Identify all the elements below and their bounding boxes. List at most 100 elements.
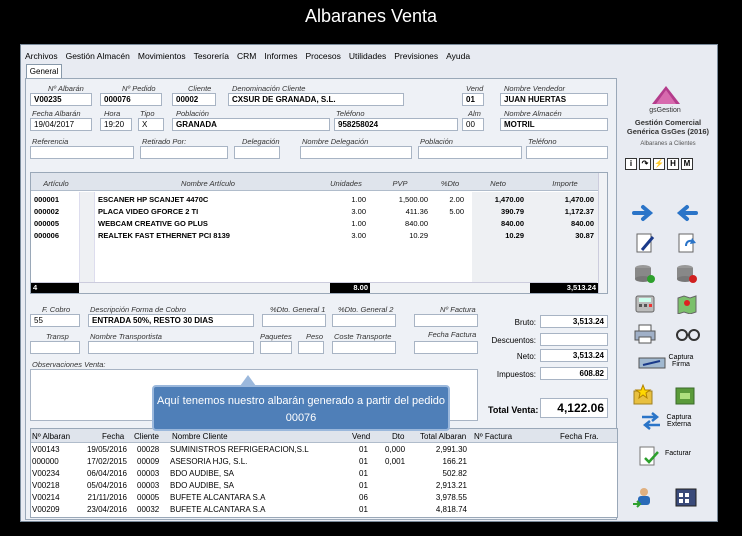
label-alm: Alm bbox=[468, 109, 481, 118]
signature-pad-icon[interactable] bbox=[638, 356, 666, 370]
menu-movimientos[interactable]: Movimientos bbox=[134, 49, 190, 63]
user-transfer-icon[interactable] bbox=[632, 486, 656, 508]
label-bruto: Bruto: bbox=[514, 318, 536, 327]
field-num-factura[interactable] bbox=[414, 314, 478, 327]
field-nombre-vendedor[interactable]: JUAN HUERTAS bbox=[500, 93, 608, 106]
folder-star-icon[interactable] bbox=[632, 384, 654, 406]
table-row[interactable]: 000006 REALTEK FAST ETHERNET PCI 8139 3.… bbox=[31, 231, 597, 243]
field-tipo[interactable]: X bbox=[138, 118, 164, 131]
label-desc-forma-cobro: Descripción Forma de Cobro bbox=[90, 305, 186, 314]
table-row[interactable]: 000001 ESCANER HP SCANJET 4470C 1.00 1,5… bbox=[31, 195, 597, 207]
menu-tesoreria[interactable]: Tesorería bbox=[190, 49, 233, 63]
field-retirado[interactable] bbox=[140, 146, 228, 159]
list-cell-vend: 01 bbox=[359, 481, 368, 490]
field-peso[interactable] bbox=[298, 341, 324, 354]
list-item[interactable]: V00209 23/04/2016 00032 BUFETE ALCANTARA… bbox=[31, 505, 617, 517]
edit-document-icon[interactable] bbox=[634, 232, 656, 254]
lines-hscroll[interactable] bbox=[31, 282, 597, 293]
list-cell-vend: 01 bbox=[359, 469, 368, 478]
cell-dto: 2.00 bbox=[449, 195, 464, 204]
field-coste-transporte[interactable] bbox=[332, 341, 396, 354]
list-col-cliente: Cliente bbox=[134, 432, 159, 441]
field-transp[interactable] bbox=[30, 341, 80, 354]
printer-icon[interactable] bbox=[634, 324, 656, 344]
list-cell-fecha: 19/05/2016 bbox=[86, 445, 127, 454]
field-dto-general2[interactable] bbox=[332, 314, 396, 327]
info-icon[interactable]: i bbox=[625, 158, 637, 170]
money-bag-icon[interactable] bbox=[674, 384, 698, 406]
lightning-icon[interactable]: ⚡ bbox=[653, 158, 665, 170]
field-desc-forma-cobro[interactable]: ENTRADA 50%, RESTO 30 DIAS bbox=[88, 314, 254, 327]
field-telefono2[interactable] bbox=[526, 146, 608, 159]
label-telefono2: Teléfono bbox=[528, 137, 557, 146]
field-nombre-delegacion[interactable] bbox=[300, 146, 412, 159]
list-item[interactable]: V00218 05/04/2016 00003 BDO AUDIBE, SA 0… bbox=[31, 481, 617, 493]
field-nombre-transportista[interactable] bbox=[88, 341, 254, 354]
history-icon[interactable]: H bbox=[667, 158, 679, 170]
calculator-icon[interactable] bbox=[634, 294, 656, 314]
field-paquetes[interactable] bbox=[260, 341, 292, 354]
field-f-cobro[interactable]: 55 bbox=[30, 314, 80, 327]
list-item[interactable]: V00214 21/11/2016 00005 BUFETE ALCANTARA… bbox=[31, 493, 617, 505]
list-rows: V00143 19/05/2016 00028 SUMINISTROS REFR… bbox=[31, 445, 617, 517]
arrow-left-icon[interactable] bbox=[674, 204, 698, 222]
field-fecha-factura[interactable] bbox=[414, 341, 478, 354]
menu-utilidades[interactable]: Utilidades bbox=[345, 49, 390, 63]
list-item[interactable]: V00143 19/05/2016 00028 SUMINISTROS REFR… bbox=[31, 445, 617, 457]
value-descuentos bbox=[540, 333, 608, 346]
field-cliente[interactable]: 00002 bbox=[172, 93, 216, 106]
arrow-right-icon[interactable] bbox=[632, 204, 656, 222]
cell-articulo: 000001 bbox=[34, 195, 60, 204]
field-referencia[interactable] bbox=[30, 146, 134, 159]
field-alm[interactable]: 00 bbox=[462, 118, 484, 131]
database-add-icon[interactable] bbox=[634, 264, 656, 284]
label-descuentos: Descuentos: bbox=[491, 336, 536, 345]
mail-icon[interactable]: M bbox=[681, 158, 693, 170]
field-telefono[interactable]: 958258024 bbox=[334, 118, 458, 131]
list-item[interactable]: V00234 06/04/2016 00003 BDO AUDIBE, SA 0… bbox=[31, 469, 617, 481]
redo-icon[interactable]: ↷ bbox=[639, 158, 651, 170]
field-num-pedido[interactable]: 000076 bbox=[100, 93, 162, 106]
database-delete-icon[interactable] bbox=[676, 264, 698, 284]
menu-previsiones[interactable]: Previsiones bbox=[390, 49, 442, 63]
field-dto-general1[interactable] bbox=[262, 314, 326, 327]
field-vend[interactable]: 01 bbox=[462, 93, 484, 106]
field-hora[interactable]: 19:20 bbox=[100, 118, 132, 131]
lines-scrollbar[interactable] bbox=[598, 173, 607, 293]
menu-procesos[interactable]: Procesos bbox=[301, 49, 344, 63]
table-row[interactable]: 000005 WEBCAM CREATIVE GO PLUS 1.00 840.… bbox=[31, 219, 597, 231]
swap-arrows-icon[interactable] bbox=[640, 412, 662, 430]
col-nombre-articulo: Nombre Artículo bbox=[181, 179, 235, 188]
facturar-label[interactable]: Facturar bbox=[662, 450, 694, 457]
field-delegacion[interactable] bbox=[234, 146, 280, 159]
field-poblacion2[interactable] bbox=[418, 146, 522, 159]
field-fecha-albaran[interactable]: 19/04/2017 bbox=[30, 118, 92, 131]
table-row[interactable]: 000002 PLACA VIDEO GFORCE 2 TI 3.00 411.… bbox=[31, 207, 597, 219]
cell-nombre: WEBCAM CREATIVE GO PLUS bbox=[98, 219, 208, 228]
map-location-icon[interactable] bbox=[676, 294, 698, 314]
field-nombre-almacen[interactable]: MOTRIL bbox=[500, 118, 608, 131]
list-cell-fecha: 06/04/2016 bbox=[86, 469, 127, 478]
gsgestion-logo-icon bbox=[652, 86, 680, 104]
list-item[interactable]: 000000 17/02/2015 00009 ASESORIA HJG, S.… bbox=[31, 457, 617, 469]
list-cell-fecha: 17/02/2015 bbox=[86, 457, 127, 466]
menu-gestion-almacen[interactable]: Gestión Almacén bbox=[62, 49, 134, 63]
tab-general[interactable]: General bbox=[26, 64, 62, 78]
menu-archivos[interactable]: Archivos bbox=[21, 49, 62, 63]
menu-ayuda[interactable]: Ayuda bbox=[442, 49, 474, 63]
list-cell-total: 4,818.74 bbox=[435, 505, 467, 514]
captura-firma-label[interactable]: Captura Firma bbox=[666, 354, 696, 368]
list-cell-albaran: V00218 bbox=[32, 481, 60, 490]
export-document-icon[interactable] bbox=[676, 232, 698, 254]
field-denominacion[interactable]: CXSUR DE GRANADA, S.L. bbox=[228, 93, 404, 106]
glasses-icon[interactable] bbox=[676, 326, 700, 342]
calendar-grid-icon[interactable] bbox=[674, 486, 698, 508]
field-poblacion[interactable]: GRANADA bbox=[172, 118, 330, 131]
col-neto: Neto bbox=[490, 179, 506, 188]
menu-crm[interactable]: CRM bbox=[233, 49, 260, 63]
invoice-check-icon[interactable] bbox=[638, 446, 660, 466]
list-cell-total: 502.82 bbox=[442, 469, 467, 478]
field-num-albaran[interactable]: V00235 bbox=[30, 93, 92, 106]
captura-externa-label[interactable]: Captura Externa bbox=[662, 414, 696, 428]
menu-informes[interactable]: Informes bbox=[260, 49, 301, 63]
